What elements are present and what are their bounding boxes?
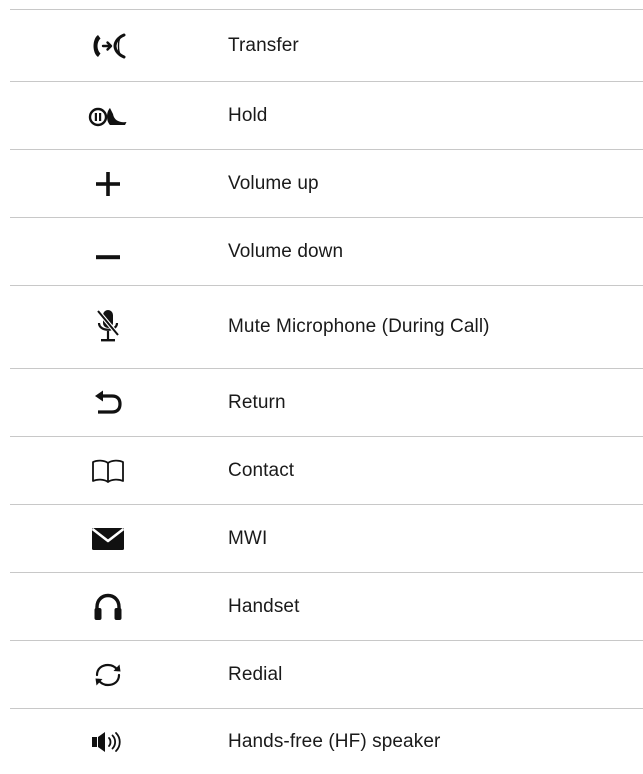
transfer-icon	[60, 10, 156, 81]
table-row: Handset	[0, 573, 643, 640]
redial-icon	[60, 641, 156, 708]
row-label: Hands-free (HF) speaker	[228, 730, 441, 752]
table-row: Return	[0, 369, 643, 436]
table-row: Transfer	[0, 10, 643, 81]
row-label: MWI	[228, 527, 268, 549]
row-label: Transfer	[228, 34, 299, 56]
table-row: Hold	[0, 82, 643, 149]
row-label: Contact	[228, 459, 295, 481]
hold-icon	[60, 82, 156, 149]
row-label: Mute Microphone (During Call)	[228, 316, 490, 337]
return-icon	[60, 369, 156, 436]
plus-icon	[60, 150, 156, 217]
envelope-icon	[60, 505, 156, 572]
table-row: Contact	[0, 437, 643, 504]
table-row: Volume up	[0, 150, 643, 217]
book-icon	[60, 437, 156, 504]
row-label: Redial	[228, 663, 283, 685]
speaker-icon	[60, 709, 156, 774]
mute-microphone-icon	[60, 286, 156, 368]
table-row: Volume down	[0, 218, 643, 285]
table-row: Redial	[0, 641, 643, 708]
table-row: Mute Microphone (During Call)	[0, 286, 643, 368]
row-label: Hold	[228, 104, 268, 126]
table-row: MWI	[0, 505, 643, 572]
headphones-icon	[60, 573, 156, 640]
row-label: Volume up	[228, 172, 319, 194]
row-label: Volume down	[228, 240, 344, 262]
table-row: Hands-free (HF) speaker	[0, 709, 643, 774]
minus-icon	[60, 218, 156, 285]
row-label: Return	[228, 391, 286, 413]
row-label: Handset	[228, 595, 300, 617]
